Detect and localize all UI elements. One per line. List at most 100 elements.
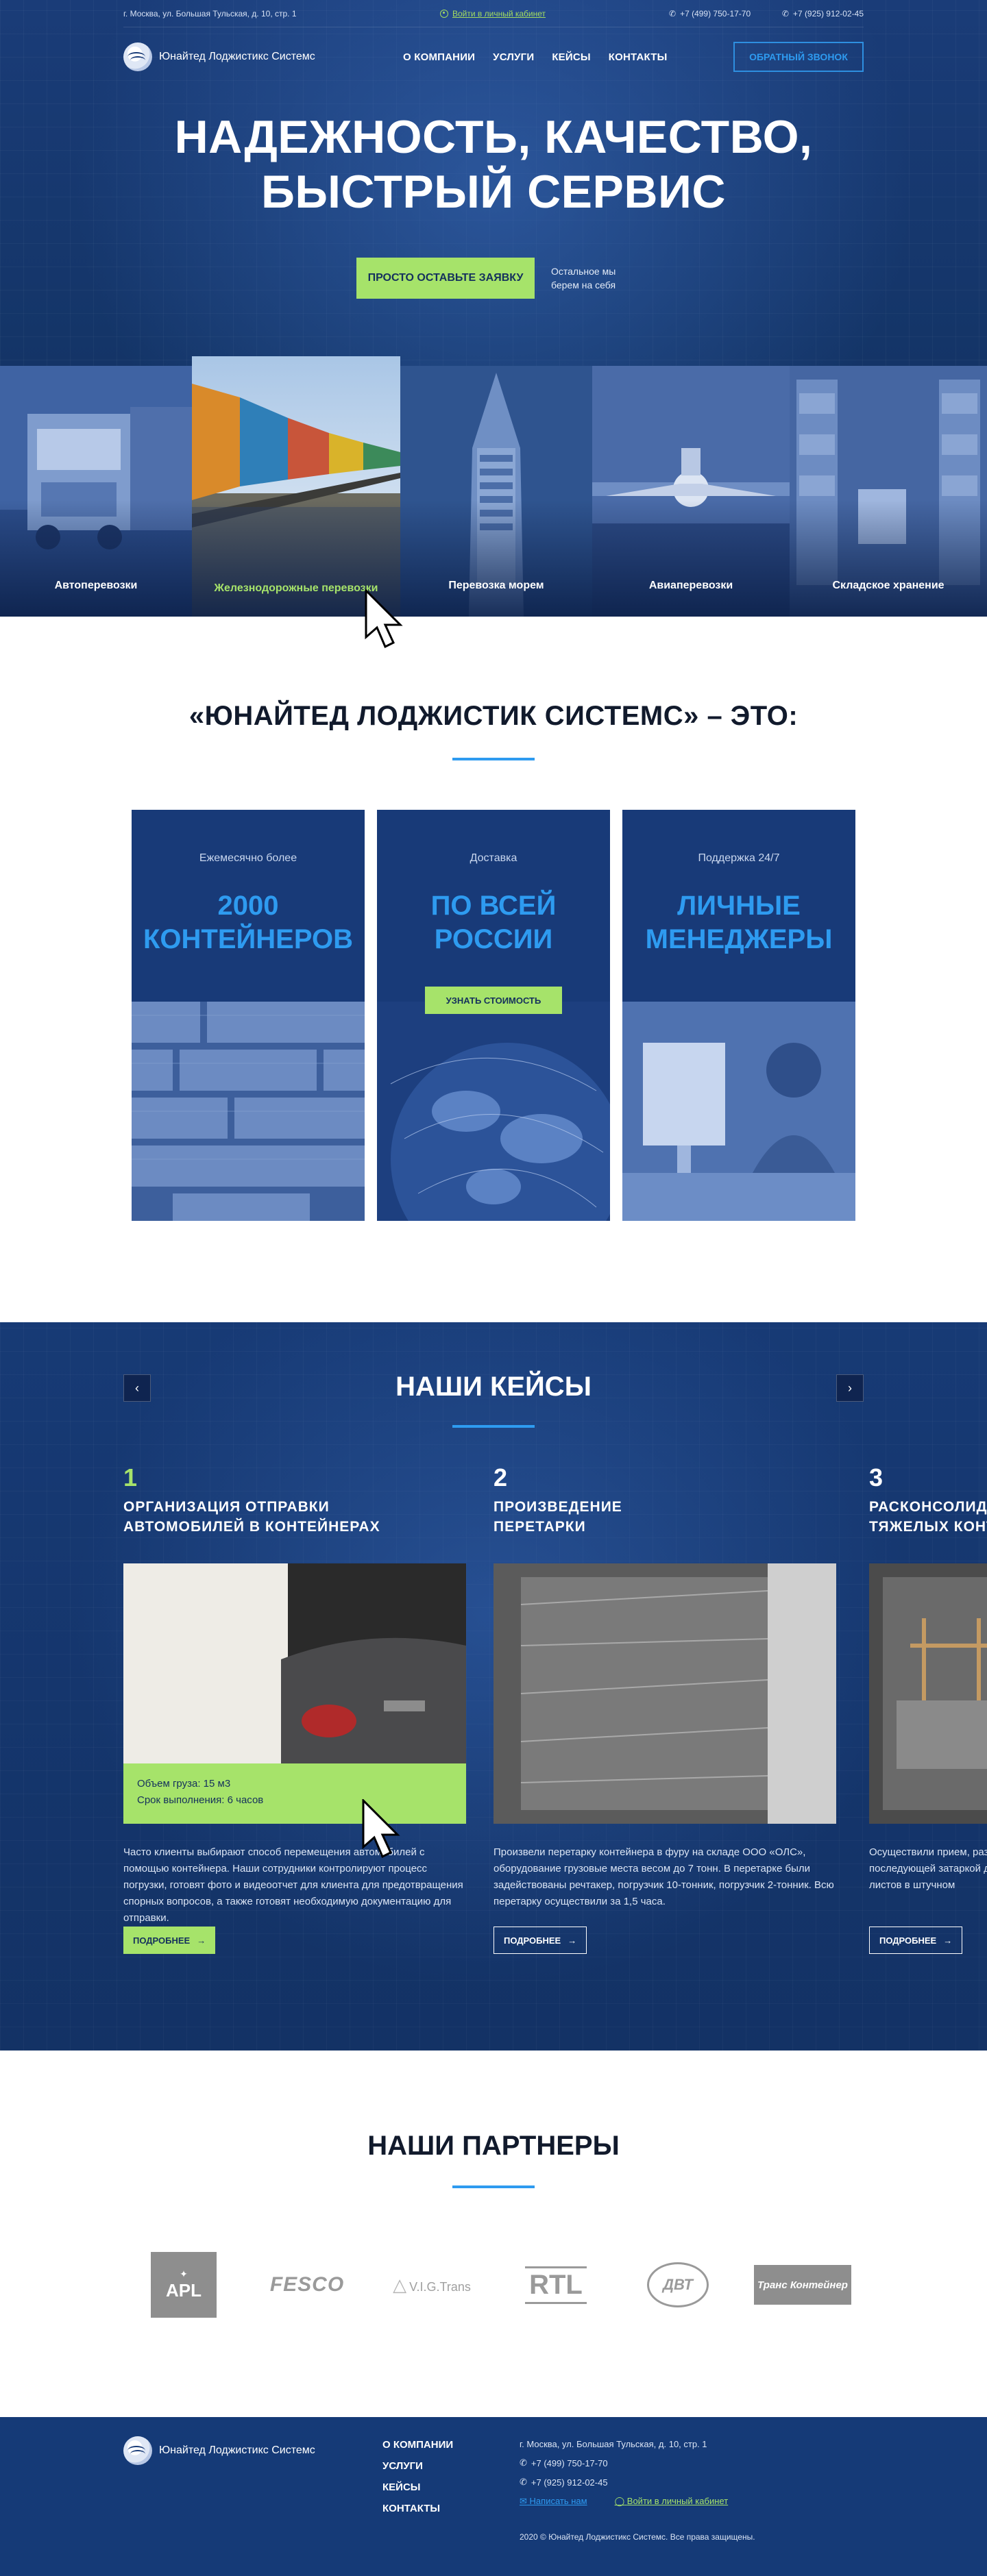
service-label: Автоперевозки	[54, 580, 138, 592]
nav-item-cases[interactable]: КЕЙСЫ	[552, 51, 590, 63]
case-text: Произвели перетарку контейнера в фуру на…	[494, 1846, 834, 1907]
case-more-button[interactable]: ПОДРОБНЕЕ →	[869, 1927, 963, 1954]
service-tile-air[interactable]: Авиаперевозки	[592, 366, 790, 617]
case-name-line-2: ТЯЖЕЛЫХ КОНТЕЙНЕРОВ	[869, 1518, 987, 1535]
nav-item-company[interactable]: О КОМПАНИИ	[403, 51, 475, 63]
hero-title-line-2: БЫСТРЫЙ СЕРВИС	[260, 166, 726, 219]
cases-divider	[452, 1425, 535, 1428]
phone-2[interactable]: ✆ +7 (925) 912-02-45	[782, 9, 864, 18]
services-strip: Автоперевозки Железнодорожные перевозки …	[0, 356, 987, 617]
request-button[interactable]: ПРОСТО ОСТАВЬТЕ ЗАЯВКУ	[356, 258, 535, 299]
case-text: Осуществили прием, разгрузку тяжелых 40-…	[869, 1846, 987, 1891]
vig-logo-text: V.I.G.Trans	[409, 2279, 471, 2294]
service-label: Авиаперевозки	[648, 580, 733, 592]
cases-section: НАШИ КЕЙСЫ ‹ › 1 ОРГАНИЗАЦИЯ ОТПРАВКИ АВ…	[0, 1322, 987, 2051]
phone-icon: ✆	[520, 2477, 527, 2487]
arrow-right-icon: →	[197, 1935, 206, 1946]
write-us-link[interactable]: ✉ Написать нам	[520, 2496, 587, 2507]
case-more-button[interactable]: ПОДРОБНЕЕ →	[123, 1927, 216, 1954]
footer-menu: О КОМПАНИИ УСЛУГИ КЕЙСЫ КОНТАКТЫ	[382, 2439, 453, 2514]
case-name-line-1: РАСКОНСОЛИДАЦИЯ	[869, 1499, 987, 1515]
feature-card-delivery: Доставка ПО ВСЕЙ РОССИИ УЗНАТЬ СТОИМОСТЬ	[377, 810, 610, 1221]
transcontainer-logo: Транс Контейнер	[754, 2265, 851, 2305]
chevron-right-icon: ›	[848, 1380, 852, 1395]
service-tile-sea[interactable]: Перевозка морем	[400, 366, 592, 617]
nav-item-contacts[interactable]: КОНТАКТЫ	[609, 51, 668, 63]
case-more-label: ПОДРОБНЕЕ	[504, 1935, 561, 1946]
cases-next-button[interactable]: ›	[836, 1374, 864, 1402]
case-name-line-1: ПРОИЗВЕДЕНИЕ	[494, 1499, 622, 1515]
tile-shade	[592, 500, 790, 617]
tile-shade	[790, 500, 987, 617]
footer-phone-2[interactable]: ✆ +7 (925) 912-02-45	[520, 2477, 728, 2488]
service-label: Складское хранение	[832, 580, 945, 592]
case-photo	[494, 1563, 836, 1824]
globe-network-image	[377, 1002, 610, 1221]
case-name: ПРОИЗВЕДЕНИЕ ПЕРЕТАРКИ	[494, 1498, 836, 1537]
footer-item-company[interactable]: О КОМПАНИИ	[382, 2439, 453, 2451]
partner-logo-fesco[interactable]: FESCO	[259, 2251, 355, 2319]
service-tile-auto[interactable]: Автоперевозки	[0, 366, 192, 617]
case-volume: Объем груза: 15 м3	[137, 1778, 231, 1789]
phone-1[interactable]: ✆ +7 (499) 750-17-70	[669, 9, 751, 18]
hero-title-line-1: НАДЕЖНОСТЬ, КАЧЕСТВО,	[174, 111, 813, 163]
service-tile-rail[interactable]: Железнодорожные перевозки	[192, 356, 400, 617]
cta-row: ПРОСТО ОСТАВЬТЕ ЗАЯВКУ Остальное мы бере…	[356, 258, 626, 299]
footer-cabinet-link[interactable]: ◯ Войти в личный кабинет	[615, 2496, 729, 2507]
cabinet-link[interactable]: Войти в личный кабинет	[440, 9, 546, 18]
arrow-right-icon: →	[943, 1935, 953, 1946]
footer-item-cases[interactable]: КЕЙСЫ	[382, 2481, 453, 2493]
cases-prev-button[interactable]: ‹	[123, 1374, 151, 1402]
partner-logo-rtl[interactable]: RTL	[507, 2251, 605, 2319]
footer-phone-1-text: +7 (499) 750-17-70	[531, 2457, 608, 2468]
transcontainer-logo-text: Транс Контейнер	[757, 2279, 848, 2291]
about-title: «ЮНАЙТЕД ЛОДЖИСТИК СИСТЕМС» – ЭТО:	[188, 701, 799, 731]
top-bar: г. Москва, ул. Большая Тульская, д. 10, …	[123, 0, 864, 27]
hero-section: г. Москва, ул. Большая Тульская, д. 10, …	[0, 0, 987, 617]
footer-brand-name: Юнайтед Лоджистикс Системс	[159, 2444, 315, 2456]
tile-shade	[400, 500, 592, 617]
case-card-3: 3 РАСКОНСОЛИДАЦИЯ ТЯЖЕЛЫХ КОНТЕЙНЕРОВ Ос…	[869, 1463, 987, 1954]
partner-logo-transcontainer[interactable]: Транс Контейнер	[754, 2251, 851, 2319]
get-price-button[interactable]: УЗНАТЬ СТОИМОСТЬ	[425, 987, 562, 1014]
footer-phone-1[interactable]: ✆ +7 (499) 750-17-70	[520, 2457, 728, 2468]
case-name-line-2: ПЕРЕТАРКИ	[494, 1518, 586, 1535]
case-number: 2	[494, 1463, 508, 1491]
service-tile-warehouse[interactable]: Складское хранение	[790, 366, 987, 617]
nav-item-services[interactable]: УСЛУГИ	[493, 51, 534, 63]
case-name-line-2: АВТОМОБИЛЕЙ В КОНТЕЙНЕРАХ	[123, 1518, 380, 1535]
partner-logo-apl[interactable]: ✦ APL	[151, 2251, 217, 2319]
arrow-right-icon: →	[568, 1935, 577, 1946]
feature-big-line-2: КОНТЕЙНЕРОВ	[143, 924, 353, 954]
nav-menu: О КОМПАНИИ УСЛУГИ КЕЙСЫ КОНТАКТЫ	[403, 51, 667, 63]
vig-logo: △ V.I.G.Trans	[393, 2275, 471, 2296]
user-icon: ◯	[614, 2496, 625, 2506]
phone-1-text: +7 (499) 750-17-70	[680, 8, 751, 18]
feature-big: 2000 КОНТЕЙНЕРОВ	[132, 889, 365, 956]
feature-small: Поддержка 24/7	[698, 852, 780, 864]
phone-icon: ✆	[520, 2457, 527, 2468]
case-name-line-1: ОРГАНИЗАЦИЯ ОТПРАВКИ	[123, 1499, 330, 1515]
footer-item-contacts[interactable]: КОНТАКТЫ	[382, 2503, 453, 2514]
phone-2-text: +7 (925) 912-02-45	[792, 8, 864, 18]
cta-note: Остальное мы берем на себя	[551, 265, 616, 290]
mail-icon: ✉	[520, 2496, 527, 2506]
main-nav: Юнайтед Лоджистикс Системс О КОМПАНИИ УС…	[123, 40, 864, 74]
case-more-button[interactable]: ПОДРОБНЕЕ →	[494, 1927, 587, 1954]
service-label: Перевозка морем	[448, 580, 544, 592]
footer-item-services[interactable]: УСЛУГИ	[382, 2460, 453, 2472]
case-photo: Объем груза: 15 м3 Срок выполнения: 6 ча…	[123, 1563, 466, 1824]
user-icon	[440, 9, 448, 18]
hero-title: НАДЕЖНОСТЬ, КАЧЕСТВО, БЫСТРЫЙ СЕРВИС	[0, 110, 987, 219]
brand-logo[interactable]: Юнайтед Лоджистикс Системс	[123, 42, 315, 71]
footer-phone-2-text: +7 (925) 912-02-45	[531, 2477, 608, 2488]
case-number: 3	[869, 1463, 884, 1491]
top-address: г. Москва, ул. Большая Тульская, д. 10, …	[123, 8, 297, 18]
partner-logo-dvt[interactable]: ДВТ	[647, 2251, 709, 2319]
footer-logo[interactable]: Юнайтед Лоджистикс Системс	[123, 2436, 315, 2465]
callback-button[interactable]: ОБРАТНЫЙ ЗВОНОК	[733, 42, 864, 72]
mouse-cursor-icon	[365, 589, 403, 649]
partner-logo-vig[interactable]: △ V.I.G.Trans	[385, 2251, 478, 2319]
case-name: ОРГАНИЗАЦИЯ ОТПРАВКИ АВТОМОБИЛЕЙ В КОНТЕ…	[123, 1498, 466, 1537]
write-us-label: Написать нам	[529, 2496, 587, 2506]
